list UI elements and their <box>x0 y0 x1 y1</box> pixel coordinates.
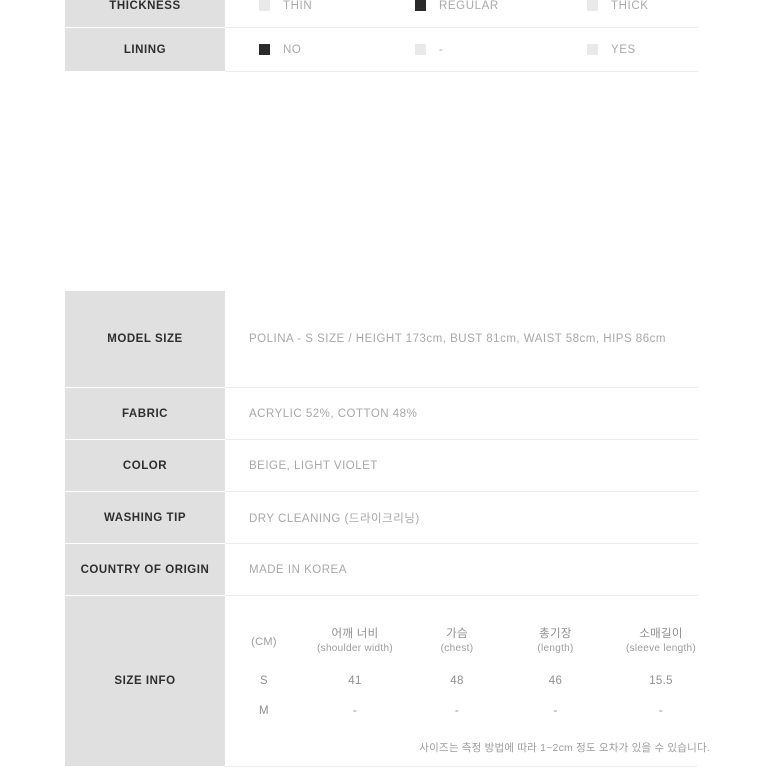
table-row-lining: LINING NO - YES <box>65 27 698 72</box>
row-label-color: COLOR <box>65 439 225 492</box>
size-measurement-note: 사이즈는 측정 방법에 따라 1~2cm 정도 오차가 있을 수 있습니다. <box>419 741 710 754</box>
header-kr-length: 총기장 <box>539 628 572 640</box>
size-grid-header-row: (CM) 어깨 너비 (shoulder width) 가슴 (chest) 총… <box>225 607 718 666</box>
thickness-choices: THIN REGULAR THICK <box>225 0 698 27</box>
product-details-table: MODEL SIZE POLINA - S SIZE / HEIGHT 173c… <box>65 291 718 767</box>
row-value-size-info: (CM) 어깨 너비 (shoulder width) 가슴 (chest) 총… <box>225 595 718 767</box>
cell-shoulder-m: - <box>352 704 358 717</box>
checkbox-dash[interactable] <box>415 44 426 55</box>
cell-chest-s: 48 <box>450 674 464 687</box>
lining-choices: NO - YES <box>225 28 698 71</box>
row-label-country-of-origin: COUNTRY OF ORIGIN <box>65 543 225 596</box>
size-grid-note-row: 사이즈는 측정 방법에 따라 1~2cm 정도 오차가 있을 수 있습니다. <box>225 725 718 755</box>
row-value-country-of-origin: MADE IN KOREA <box>225 543 698 596</box>
row-value-thickness: THIN REGULAR THICK <box>225 0 698 28</box>
table-row-thickness: THICKNESS THIN REGULAR THICK <box>65 0 698 28</box>
cell-size-m: M <box>259 704 269 717</box>
table-row-washing-tip: WASHING TIP DRY CLEANING (드라이크리닝) <box>65 491 698 544</box>
cell-shoulder-s: 41 <box>348 674 362 687</box>
size-grid-header-sleeve: 소매길이 (sleeve length) <box>604 608 718 666</box>
size-measurement-grid: (CM) 어깨 너비 (shoulder width) 가슴 (chest) 총… <box>225 607 718 755</box>
header-en-length: (length) <box>537 643 574 654</box>
unit-label: (CM) <box>251 635 277 648</box>
choice-label-regular: REGULAR <box>439 0 499 12</box>
row-label-fabric: FABRIC <box>65 387 225 440</box>
choice-yes[interactable]: YES <box>587 44 737 56</box>
header-kr-shoulder: 어깨 너비 <box>331 628 379 640</box>
choice-label-no: NO <box>283 43 302 56</box>
table-row-model-size: MODEL SIZE POLINA - S SIZE / HEIGHT 173c… <box>65 291 698 388</box>
header-en-shoulder: (shoulder width) <box>317 643 393 654</box>
choice-label-yes: YES <box>611 43 636 56</box>
size-grid-header-length: 총기장 (length) <box>507 608 604 666</box>
choice-thick[interactable]: THICK <box>587 0 737 12</box>
checkbox-yes[interactable] <box>587 44 598 55</box>
cell-length-s: 46 <box>548 674 563 687</box>
choice-regular[interactable]: REGULAR <box>415 0 565 12</box>
row-label-model-size: MODEL SIZE <box>65 291 225 388</box>
choice-thin[interactable]: THIN <box>259 0 409 12</box>
choice-label-dash: - <box>439 43 444 56</box>
header-en-chest: (chest) <box>440 643 474 654</box>
cell-length-m: - <box>553 704 558 717</box>
size-grid-row-s: S 41 48 46 15.5 <box>225 665 718 696</box>
cell-sleeve-m: - <box>658 704 664 717</box>
table-row-color: COLOR BEIGE, LIGHT VIOLET <box>65 439 698 492</box>
row-label-washing-tip: WASHING TIP <box>65 491 225 544</box>
row-label-size-info: SIZE INFO <box>65 595 225 767</box>
choice-no[interactable]: NO <box>259 44 409 56</box>
row-value-fabric: ACRYLIC 52%, COTTON 48% <box>225 387 698 440</box>
row-label-thickness: THICKNESS <box>65 0 225 28</box>
checkbox-thin[interactable] <box>259 0 270 11</box>
row-label-lining: LINING <box>65 27 225 72</box>
table-row-fabric: FABRIC ACRYLIC 52%, COTTON 48% <box>65 387 698 440</box>
header-kr-sleeve: 소매길이 <box>639 628 683 640</box>
cell-sleeve-s: 15.5 <box>649 674 673 687</box>
cell-chest-m: - <box>454 704 460 717</box>
size-grid-header-unit: (CM) <box>225 608 303 666</box>
choice-label-thin: THIN <box>283 0 313 12</box>
header-en-sleeve: (sleeve length) <box>625 643 697 654</box>
row-value-color: BEIGE, LIGHT VIOLET <box>225 439 698 492</box>
size-grid-row-m: M - - - - <box>225 695 718 726</box>
header-kr-chest: 가슴 <box>446 628 468 640</box>
table-row-size-info: SIZE INFO (CM) 어깨 너비 (shoulder width) 가슴… <box>65 595 718 767</box>
cell-size-s: S <box>260 674 268 687</box>
checkbox-thick[interactable] <box>587 0 598 11</box>
table-row-country-of-origin: COUNTRY OF ORIGIN MADE IN KOREA <box>65 543 698 596</box>
row-value-lining: NO - YES <box>225 27 698 72</box>
choice-label-thick: THICK <box>611 0 649 12</box>
row-value-washing-tip: DRY CLEANING (드라이크리닝) <box>225 491 698 544</box>
attributes-table: THICKNESS THIN REGULAR THICK LINING NO -… <box>65 0 698 72</box>
row-value-model-size: POLINA - S SIZE / HEIGHT 173cm, BUST 81c… <box>225 291 698 388</box>
checkbox-regular[interactable] <box>415 0 426 11</box>
choice-dash[interactable]: - <box>415 44 565 56</box>
size-grid-header-shoulder: 어깨 너비 (shoulder width) <box>303 608 407 666</box>
checkbox-no[interactable] <box>259 44 270 55</box>
size-grid-header-chest: 가슴 (chest) <box>407 608 507 666</box>
